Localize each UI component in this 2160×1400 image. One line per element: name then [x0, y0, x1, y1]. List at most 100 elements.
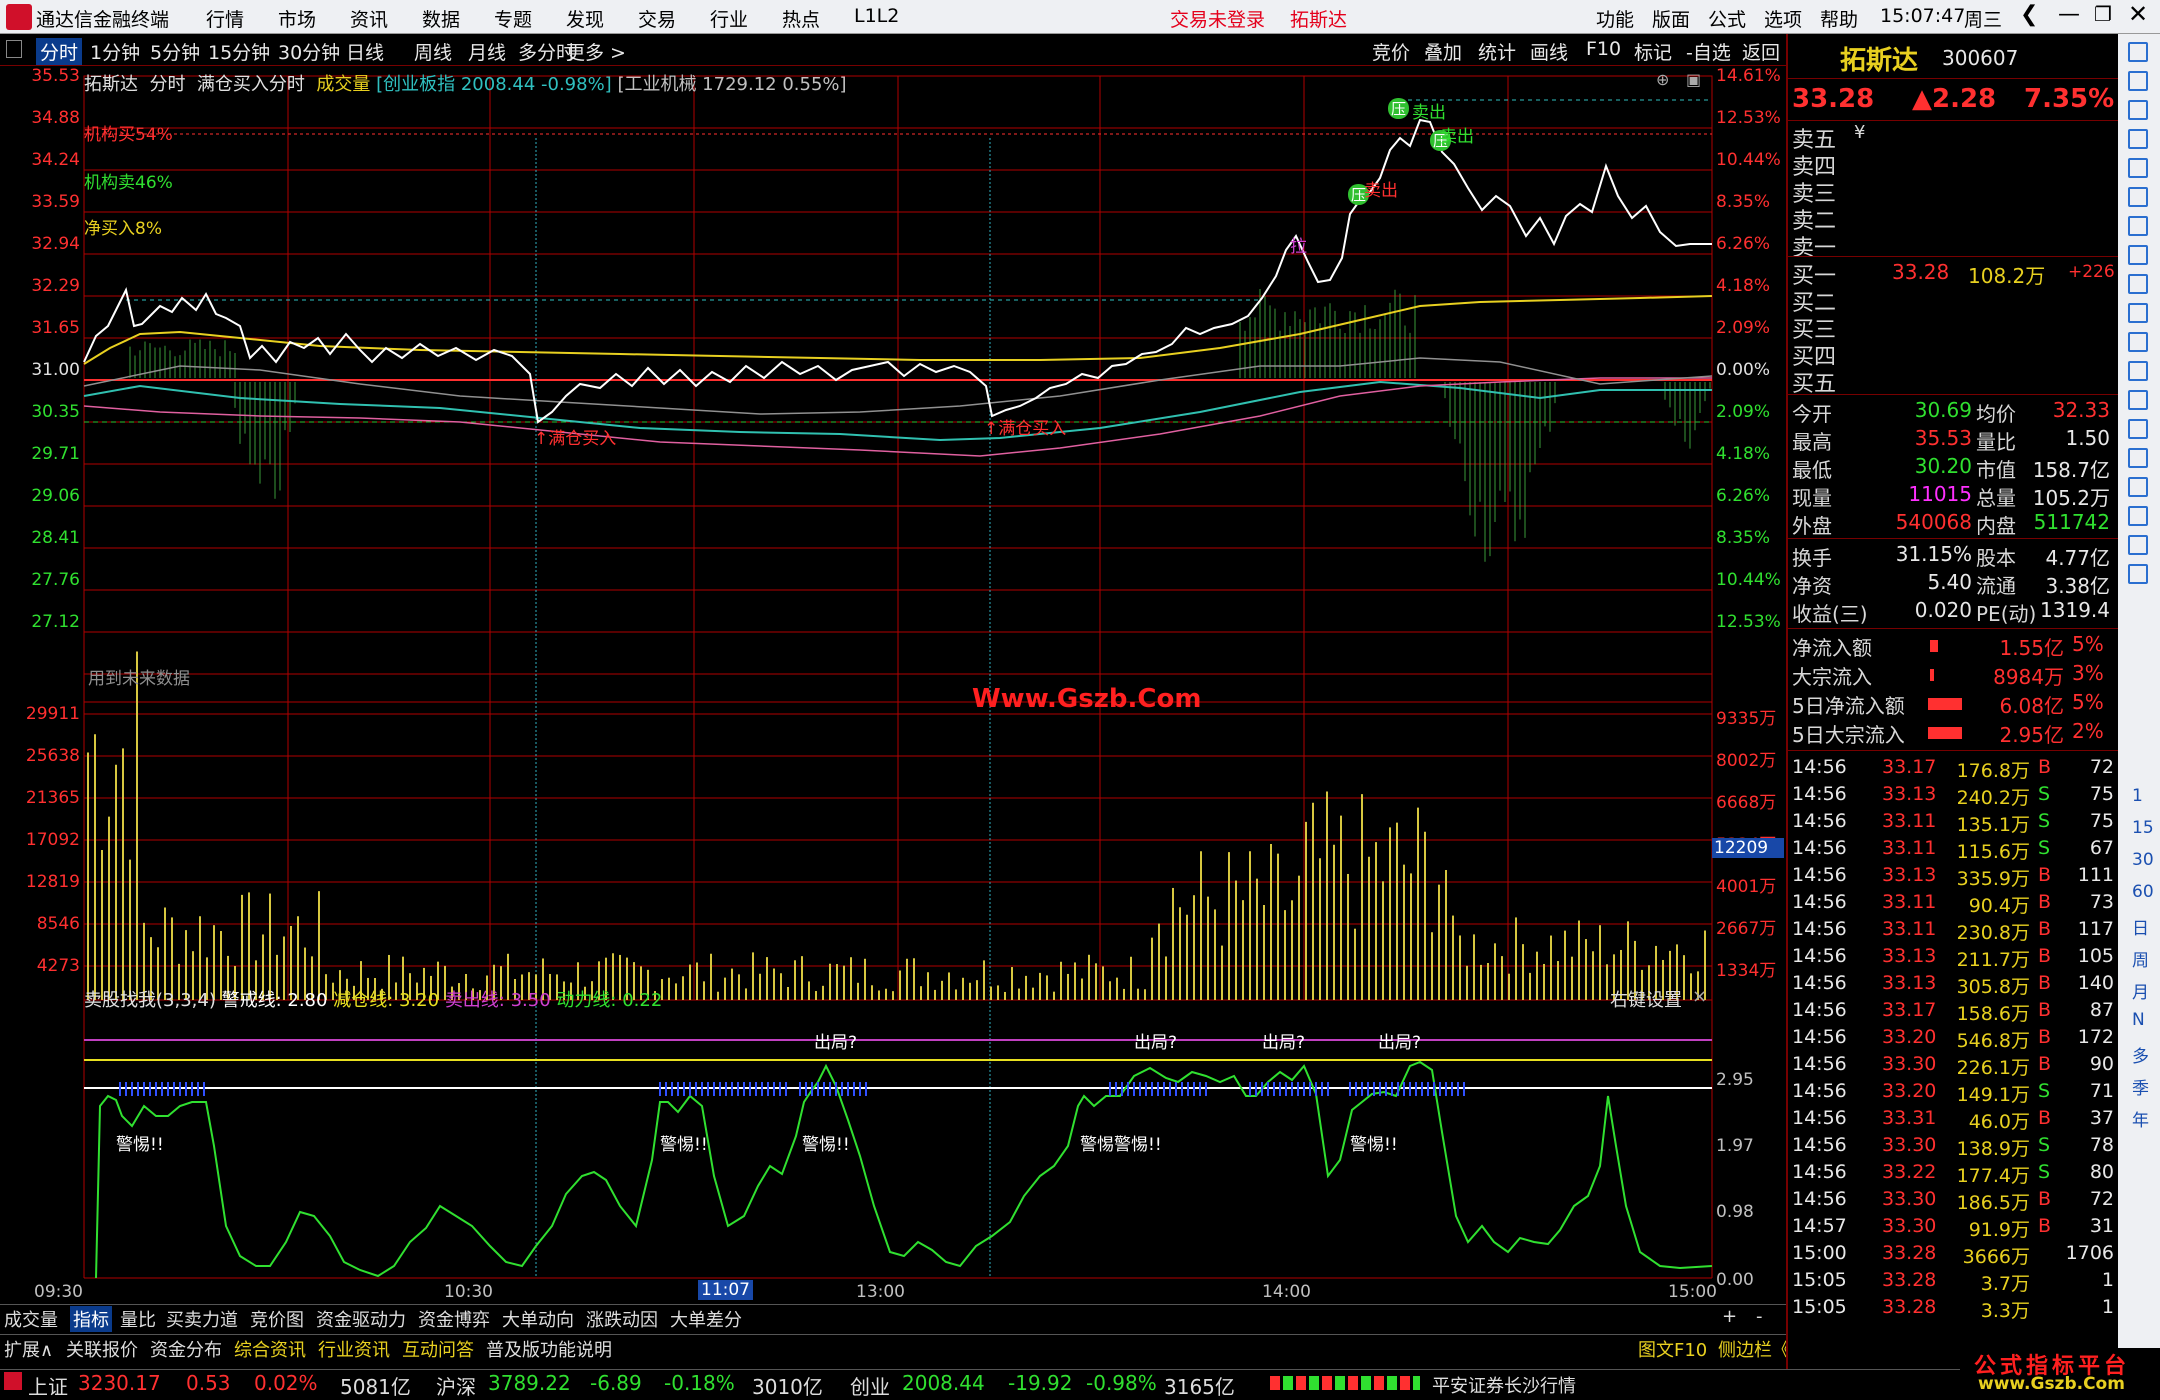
back-icon[interactable]: ❮	[2020, 2, 2038, 27]
btab-zjby[interactable]: 资金博弈	[418, 1306, 490, 1332]
grid-icon[interactable]	[2128, 129, 2148, 149]
btn-jingjia[interactable]: 竞价	[1372, 38, 1410, 65]
btab2-ext[interactable]: 扩展∧	[4, 1336, 53, 1362]
sidebar-period-label[interactable]: 季	[2132, 1074, 2149, 1099]
menu-bangzhu[interactable]: 帮助	[1820, 5, 1858, 32]
tab-15min[interactable]: 15分钟	[208, 38, 270, 65]
btab2-sidebar[interactable]: 侧边栏《	[1718, 1336, 1790, 1362]
btab2-news[interactable]: 综合资讯	[234, 1336, 306, 1362]
ratio-icon[interactable]	[2128, 390, 2148, 410]
btab-minus[interactable]: -	[1756, 1306, 1763, 1327]
stat-label: 内盘	[1976, 514, 2016, 538]
btab-jingjia[interactable]: 竞价图	[250, 1306, 304, 1332]
up-arrow-icon[interactable]	[2128, 42, 2148, 62]
tab-multi-fenshi[interactable]: 更多 >	[566, 38, 626, 65]
bar-icon[interactable]	[2128, 216, 2148, 236]
btab-plus[interactable]: +	[1722, 1306, 1737, 1327]
sidebar-period-label[interactable]: 15	[2132, 818, 2154, 838]
sh-label[interactable]: 上证	[28, 1371, 68, 1400]
btn-diejia[interactable]: 叠加	[1424, 38, 1462, 65]
btn-biaoji[interactable]: 标记	[1634, 38, 1672, 65]
btab2-fund[interactable]: 资金分布	[150, 1336, 222, 1362]
list-icon[interactable]	[2128, 100, 2148, 120]
menu-gongshi[interactable]: 公式	[1708, 5, 1746, 32]
intraday-chart[interactable]	[0, 66, 1786, 1306]
fs2-icon[interactable]	[2128, 535, 2148, 555]
menu-hangye[interactable]: 行业	[710, 5, 748, 32]
menu-jiaoyi[interactable]: 交易	[638, 5, 676, 32]
menu-zixun[interactable]: 资讯	[350, 5, 388, 32]
btab-maimai[interactable]: 买卖力道	[166, 1306, 238, 1332]
btab-liangbi[interactable]: 量比	[120, 1306, 156, 1332]
menu-faxian[interactable]: 发现	[566, 5, 604, 32]
btn-fanhui[interactable]: 返回	[1742, 38, 1780, 65]
btn-tongji[interactable]: 统计	[1478, 38, 1516, 65]
chart-zoom-icon[interactable]: ⊕	[1656, 70, 1669, 89]
btab-zddy[interactable]: 涨跌动因	[586, 1306, 658, 1332]
tab-fenshi[interactable]: 分时	[36, 38, 83, 65]
minimize-icon[interactable]: —	[2058, 2, 2080, 27]
sidebar-period-label[interactable]: 多	[2132, 1042, 2149, 1067]
fs-icon[interactable]	[2128, 332, 2148, 352]
btab2-qa[interactable]: 互动问答	[402, 1336, 474, 1362]
sidebar-period-label[interactable]: 30	[2132, 850, 2154, 870]
right-click-settings[interactable]: 右键设置	[1610, 986, 1682, 1012]
lines-icon[interactable]	[2128, 448, 2148, 468]
sync-icon[interactable]	[2128, 419, 2148, 439]
btab-ddcf[interactable]: 大单差分	[670, 1306, 742, 1332]
circle-icon[interactable]	[2128, 361, 2148, 381]
ind-close-icon[interactable]: ×	[1692, 986, 1707, 1007]
sidebar-period-label[interactable]: 月	[2132, 978, 2149, 1003]
btab2-f10[interactable]: 图文F10	[1638, 1336, 1707, 1362]
tab-60min[interactable]: 日线	[346, 38, 384, 65]
tab-5min[interactable]: 5分钟	[150, 38, 200, 65]
tab-1min[interactable]: 1分钟	[90, 38, 140, 65]
cy-label[interactable]: 创业	[850, 1371, 890, 1400]
menu-l1l2[interactable]: L1L2	[854, 5, 899, 27]
stack-icon[interactable]	[2128, 303, 2148, 323]
restore-icon[interactable]: ❐	[2094, 2, 2112, 26]
f10-icon[interactable]	[2128, 245, 2148, 265]
tick-time: 14:56	[1792, 1134, 1847, 1156]
menu-gongneng[interactable]: 功能	[1596, 5, 1634, 32]
menu-xuanxiang[interactable]: 选项	[1764, 5, 1802, 32]
sidebar-period-label[interactable]: 日	[2132, 914, 2149, 939]
doc-icon[interactable]	[2128, 274, 2148, 294]
btab2-help[interactable]: 普及版功能说明	[486, 1336, 612, 1362]
sidebar-period-label[interactable]: 年	[2132, 1106, 2149, 1131]
btab-dddx[interactable]: 大单动向	[502, 1306, 574, 1332]
btn-huaxian[interactable]: 画线	[1530, 38, 1568, 65]
btab-zjqdl[interactable]: 资金驱动力	[316, 1306, 406, 1332]
tab-30min[interactable]: 30分钟	[278, 38, 340, 65]
pct-icon[interactable]	[2128, 477, 2148, 497]
sidebar-period-label[interactable]: N	[2132, 1010, 2145, 1030]
btab-vol[interactable]: 成交量	[4, 1306, 58, 1332]
tab-daily[interactable]: 周线	[414, 38, 452, 65]
btab-indicator[interactable]: 指标	[70, 1306, 112, 1332]
menu-redian[interactable]: 热点	[782, 5, 820, 32]
sidebar-period-label[interactable]: 1	[2132, 786, 2143, 806]
btab2-related[interactable]: 关联报价	[66, 1336, 138, 1362]
btn-f10[interactable]: F10	[1586, 38, 1621, 60]
chart-icon[interactable]	[2128, 158, 2148, 178]
btab2-industry[interactable]: 行业资讯	[318, 1336, 390, 1362]
sidebar-period-label[interactable]: 周	[2132, 946, 2149, 971]
sidebar-period-label[interactable]: 60	[2132, 882, 2154, 902]
btn-zixuan[interactable]: -自选	[1686, 38, 1731, 65]
tab-weekly[interactable]: 月线	[468, 38, 506, 65]
menu-shichang[interactable]: 市场	[278, 5, 316, 32]
pen-icon[interactable]	[2128, 506, 2148, 526]
menu-shuju[interactable]: 数据	[422, 5, 460, 32]
stat-label: 现量	[1792, 486, 1832, 510]
hs-label[interactable]: 沪深	[436, 1371, 476, 1400]
close-icon[interactable]: ✕	[2128, 0, 2148, 28]
menu-zhuanti[interactable]: 专题	[494, 5, 532, 32]
menu-hangqing[interactable]: 行情	[206, 5, 244, 32]
chart-settings-icon[interactable]: ▣	[1686, 70, 1701, 89]
collapse-icon[interactable]	[6, 40, 22, 58]
refresh-icon[interactable]	[2128, 564, 2148, 584]
menu-banmian[interactable]: 版面	[1652, 5, 1690, 32]
down-arrow-icon[interactable]	[2128, 71, 2148, 91]
table-icon[interactable]	[2128, 187, 2148, 207]
login-status[interactable]: 交易未登录	[1170, 5, 1265, 32]
